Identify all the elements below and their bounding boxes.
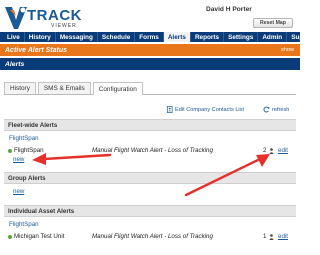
- alerts-tabs: History SMS & Emails Configuration: [4, 82, 296, 95]
- alert-asset: Michigan Test Unit: [14, 233, 65, 240]
- section-title: Alerts: [5, 60, 25, 68]
- edit-alert-link[interactable]: edit: [278, 233, 288, 240]
- group-alerts-header: Group Alerts: [4, 172, 296, 184]
- person-icon: [269, 234, 274, 240]
- fleet-alert-row: FlightSpan Manual Flight Watch Alert - L…: [8, 147, 296, 156]
- v2-logo-icon: [5, 7, 27, 29]
- edit-contacts-link[interactable]: Edit Company Contacts List: [166, 106, 244, 113]
- nav-messaging[interactable]: Messaging: [56, 32, 98, 42]
- edit-alert-link[interactable]: edit: [278, 147, 288, 154]
- refresh-link[interactable]: refresh: [263, 106, 289, 113]
- alerts-section-bar: Alerts: [0, 58, 300, 70]
- nav-alerts[interactable]: Alerts: [163, 32, 191, 42]
- new-group-alert-link[interactable]: new: [13, 188, 24, 195]
- nav-admin[interactable]: Admin: [258, 32, 288, 42]
- alert-name: Manual Flight Watch Alert - Loss of Trac…: [92, 233, 213, 240]
- reset-map-button[interactable]: Reset Map: [253, 18, 293, 28]
- tab-history[interactable]: History: [4, 82, 36, 94]
- edit-contacts-label[interactable]: Edit Company Contacts List: [175, 107, 244, 113]
- alert-asset: FlightSpan: [14, 147, 44, 154]
- address-book-icon: [166, 106, 173, 113]
- fleet-wide-alerts-title: Fleet-wide Alerts: [8, 121, 58, 129]
- fleet-wide-alerts-header: Fleet-wide Alerts: [4, 119, 296, 131]
- tab-configuration[interactable]: Configuration: [92, 82, 143, 95]
- fleet-subgroup-label: FlightSpan: [9, 135, 39, 142]
- recipient-count: 2: [263, 147, 267, 154]
- nav-settings[interactable]: Settings: [224, 32, 259, 42]
- nav-support[interactable]: Support: [287, 32, 320, 42]
- nav-forms[interactable]: Forms: [135, 32, 164, 42]
- show-link[interactable]: show: [281, 47, 294, 53]
- individual-asset-alerts-title: Individual Asset Alerts: [8, 207, 75, 215]
- active-alert-status-title: Active Alert Status: [5, 46, 67, 54]
- refresh-icon: [263, 106, 270, 113]
- nav-schedule[interactable]: Schedule: [98, 32, 136, 42]
- main-nav: Live History Messaging Schedule Forms Al…: [0, 32, 320, 42]
- status-dot-icon: [8, 235, 12, 239]
- tab-sms-emails[interactable]: SMS & Emails: [37, 82, 91, 94]
- recipient-count: 1: [263, 233, 267, 240]
- individual-asset-alerts-header: Individual Asset Alerts: [4, 205, 296, 217]
- active-alert-status-bar: Active Alert Status show: [0, 44, 300, 56]
- trackviewer-logo: TRACK VIEWER: [4, 4, 100, 30]
- individual-alert-row: Michigan Test Unit Manual Flight Watch A…: [8, 233, 296, 242]
- config-actions: Edit Company Contacts List refresh: [0, 106, 296, 114]
- status-dot-icon: [8, 149, 12, 153]
- alert-name: Manual Flight Watch Alert - Loss of Trac…: [92, 147, 213, 154]
- nav-history[interactable]: History: [25, 32, 56, 42]
- group-alerts-title: Group Alerts: [8, 174, 46, 182]
- nav-live[interactable]: Live: [3, 32, 25, 42]
- nav-reports[interactable]: Reports: [191, 32, 225, 42]
- brand-sub: VIEWER: [51, 23, 77, 29]
- individual-subgroup-label: FlightSpan: [9, 221, 39, 228]
- user-name[interactable]: David H Porter: [206, 6, 252, 13]
- brand-name: TRACK: [27, 7, 82, 24]
- person-icon: [269, 148, 274, 154]
- refresh-label[interactable]: refresh: [272, 107, 289, 113]
- new-fleet-alert-link[interactable]: new: [13, 156, 24, 163]
